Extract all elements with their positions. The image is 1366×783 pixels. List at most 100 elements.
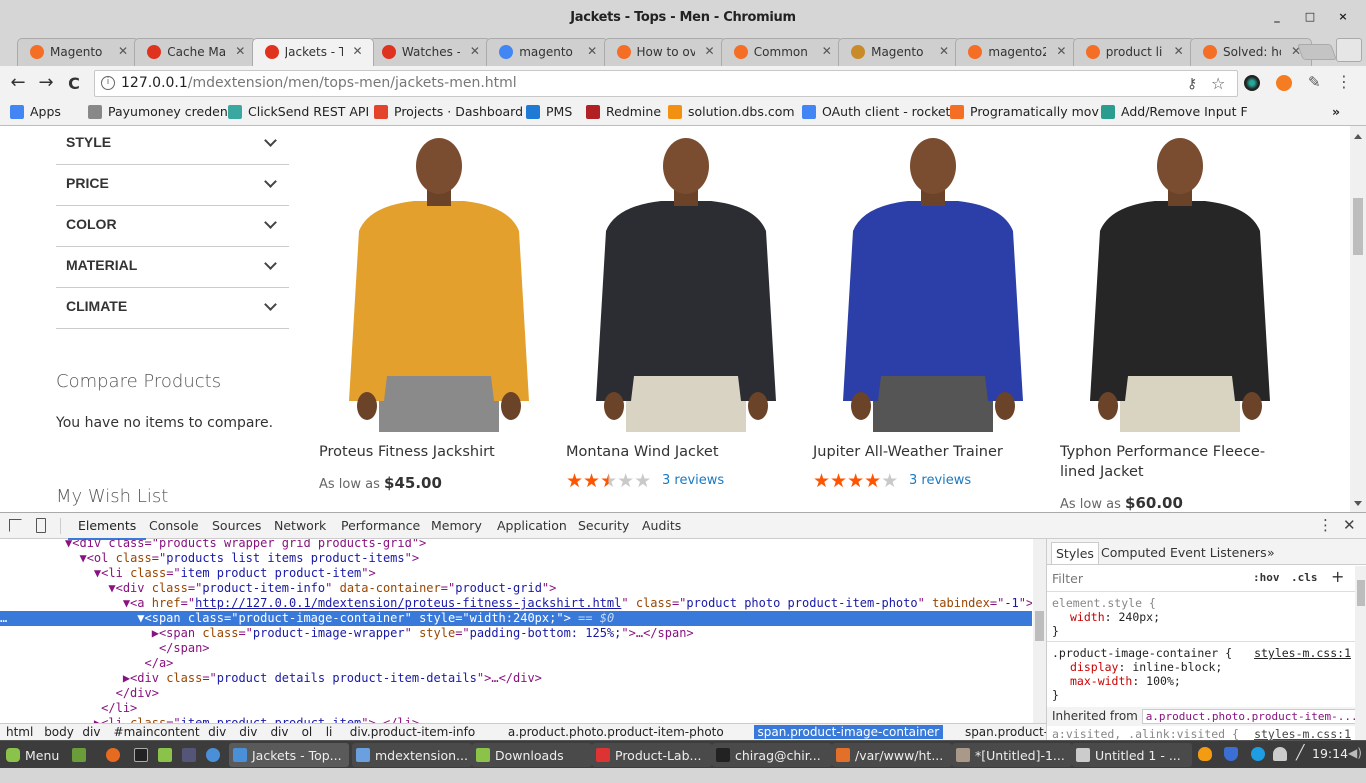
dom-node[interactable]: </a> xyxy=(0,656,1032,671)
eyedropper-extension-icon[interactable]: ✎ xyxy=(1308,73,1324,91)
product-image[interactable] xyxy=(1060,136,1300,432)
filter-climate[interactable]: CLIMATE xyxy=(56,288,289,329)
browser-tab[interactable]: Common ✕ xyxy=(720,38,843,66)
start-menu-button[interactable]: Menu xyxy=(2,743,59,767)
breadcrumb-item[interactable]: li xyxy=(322,725,337,739)
filter-style[interactable]: STYLE xyxy=(56,126,289,165)
ubuntu-extension-icon[interactable] xyxy=(1276,75,1292,91)
tab-close-icon[interactable]: ✕ xyxy=(353,44,363,58)
dom-node[interactable]: ▼<li class="item product product-item"> xyxy=(0,566,1032,581)
bookmark-item[interactable]: Redmine xyxy=(586,104,661,119)
product-name-link[interactable]: Proteus Fitness Jackshirt xyxy=(319,442,559,462)
taskbar-window-button[interactable]: /var/www/ht... xyxy=(832,743,952,767)
browser-tab[interactable]: Magento ✕ xyxy=(17,38,139,66)
user-icon[interactable] xyxy=(1273,747,1287,761)
scroll-down-arrow-icon[interactable] xyxy=(1354,501,1362,506)
taskbar-window-button[interactable]: Downloads xyxy=(472,743,592,767)
breadcrumb-item[interactable]: div xyxy=(204,725,230,739)
dom-node[interactable]: ▼<div class="product-item-info" data-con… xyxy=(0,581,1032,596)
tray-flame-icon[interactable] xyxy=(1198,747,1212,761)
tab-styles[interactable]: Styles xyxy=(1051,542,1099,564)
firefox-launcher-icon[interactable] xyxy=(106,748,120,762)
breadcrumb-item[interactable]: #maincontent xyxy=(110,725,204,739)
breadcrumb-item[interactable]: span.product-image-container xyxy=(753,725,944,739)
bookmark-item[interactable]: Payumoney credenti xyxy=(88,104,236,119)
breadcrumb-item[interactable]: div.product-item-info xyxy=(346,725,479,739)
reload-button[interactable]: C xyxy=(62,74,86,93)
page-scrollbar-thumb[interactable] xyxy=(1353,198,1363,255)
breadcrumb-item[interactable]: div xyxy=(78,725,104,739)
styles-filter-input[interactable]: Filter xyxy=(1052,571,1083,586)
browser-tab[interactable]: Watches - ✕ xyxy=(368,38,491,66)
devtools-close-icon[interactable]: ✕ xyxy=(1343,516,1356,534)
dom-node[interactable]: ▼<a href="http://127.0.0.1/mdextension/p… xyxy=(0,596,1032,611)
image-viewer-launcher-icon[interactable] xyxy=(182,748,196,762)
skype-icon[interactable] xyxy=(1251,747,1265,761)
close-window-button[interactable]: × xyxy=(1336,10,1350,23)
browser-tab[interactable]: How to ov ✕ xyxy=(603,38,726,66)
dom-node[interactable]: ▼<div class="products wrapper grid produ… xyxy=(0,539,1032,551)
clock[interactable]: 19:14 xyxy=(1312,746,1348,761)
tab-event-listeners[interactable]: Event Listeners xyxy=(1170,545,1267,560)
product-name-link[interactable]: Montana Wind Jacket xyxy=(566,442,806,462)
dom-tree-scrollbar-thumb[interactable] xyxy=(1035,611,1044,641)
terminal-launcher-icon[interactable] xyxy=(134,748,148,762)
browser-tab[interactable]: Jackets - T ✕ xyxy=(251,38,374,66)
dom-node[interactable]: </li> xyxy=(0,701,1032,716)
product-name-link[interactable]: Typhon Performance Fleece-lined Jacket xyxy=(1060,442,1300,482)
bookmark-item[interactable]: ClickSend REST API xyxy=(228,104,369,119)
styles-scrollbar-thumb[interactable] xyxy=(1357,580,1365,606)
dom-node[interactable]: ▶<li class="item product product-item">…… xyxy=(0,716,1032,723)
new-tab-button[interactable] xyxy=(1297,44,1337,60)
dom-tree-scrollbar[interactable] xyxy=(1033,539,1046,723)
bookmark-item[interactable]: Programatically mov xyxy=(950,104,1099,119)
tab-close-icon[interactable]: ✕ xyxy=(470,44,480,58)
filter-material[interactable]: MATERIAL xyxy=(56,247,289,288)
browser-tab[interactable]: magento2 ✕ xyxy=(955,38,1078,66)
breadcrumb-item[interactable]: ol xyxy=(298,725,317,739)
forward-button[interactable]: → xyxy=(34,72,58,93)
devtools-tab-memory[interactable]: Memory xyxy=(431,518,482,533)
tab-close-icon[interactable]: ✕ xyxy=(1174,44,1184,58)
bookmarks-overflow-button[interactable]: » xyxy=(1332,104,1340,119)
tab-close-icon[interactable]: ✕ xyxy=(118,44,128,58)
color-wheel-extension-icon[interactable] xyxy=(1244,75,1260,91)
bookmark-item[interactable]: Projects · Dashboard xyxy=(374,104,523,119)
taskbar-window-button[interactable]: chirag@chir... xyxy=(712,743,832,767)
breadcrumb-item[interactable]: a.product.photo.product-item-photo xyxy=(504,725,728,739)
elements-dom-tree[interactable]: ▼<div class="products wrapper grid produ… xyxy=(0,539,1032,723)
devtools-tab-performance[interactable]: Performance xyxy=(341,518,420,533)
chromium-launcher-icon[interactable] xyxy=(206,748,220,762)
more-tabs-button[interactable]: » xyxy=(1267,545,1275,560)
inspect-element-icon[interactable] xyxy=(9,519,22,532)
product-image[interactable] xyxy=(319,136,559,432)
devtools-tab-network[interactable]: Network xyxy=(274,518,326,533)
bookmark-item[interactable]: Apps xyxy=(10,104,61,119)
taskbar-window-button[interactable]: Jackets - Top... xyxy=(229,743,349,767)
styles-scrollbar[interactable] xyxy=(1355,566,1366,741)
tab-close-icon[interactable]: ✕ xyxy=(939,44,949,58)
browser-tab[interactable]: Cache Ma ✕ xyxy=(134,38,257,66)
tab-computed[interactable]: Computed xyxy=(1101,545,1166,560)
bookmark-item[interactable]: PMS xyxy=(526,104,572,119)
new-style-rule-button[interactable]: + xyxy=(1331,567,1344,586)
filter-color[interactable]: COLOR xyxy=(56,206,289,247)
breadcrumb-item[interactable]: body xyxy=(40,725,78,739)
tab-close-icon[interactable]: ✕ xyxy=(1056,44,1066,58)
maximize-button[interactable]: □ xyxy=(1303,10,1317,23)
dom-node[interactable]: </div> xyxy=(0,686,1032,701)
rule-property[interactable]: max-width: 100%; xyxy=(1070,674,1181,688)
devtools-tab-audits[interactable]: Audits xyxy=(642,518,681,533)
devtools-tab-console[interactable]: Console xyxy=(149,518,199,533)
info-icon[interactable]: i xyxy=(101,76,115,90)
devtools-tab-elements[interactable]: Elements xyxy=(67,518,147,540)
url-text[interactable]: 127.0.0.1/mdextension/men/tops-men/jacke… xyxy=(121,75,517,91)
filter-price[interactable]: PRICE xyxy=(56,165,289,206)
hov-toggle[interactable]: :hov xyxy=(1253,571,1280,584)
element-style-rule[interactable]: element.style { width: 240px; } xyxy=(1047,596,1355,642)
page-scrollbar[interactable] xyxy=(1350,126,1366,512)
breadcrumb-item[interactable]: html xyxy=(2,725,37,739)
dom-node[interactable]: ▶<div class="product details product-ite… xyxy=(0,671,1032,686)
dom-node[interactable]: </span> xyxy=(0,641,1032,656)
chrome-menu-icon[interactable]: ⋮ xyxy=(1336,72,1352,91)
